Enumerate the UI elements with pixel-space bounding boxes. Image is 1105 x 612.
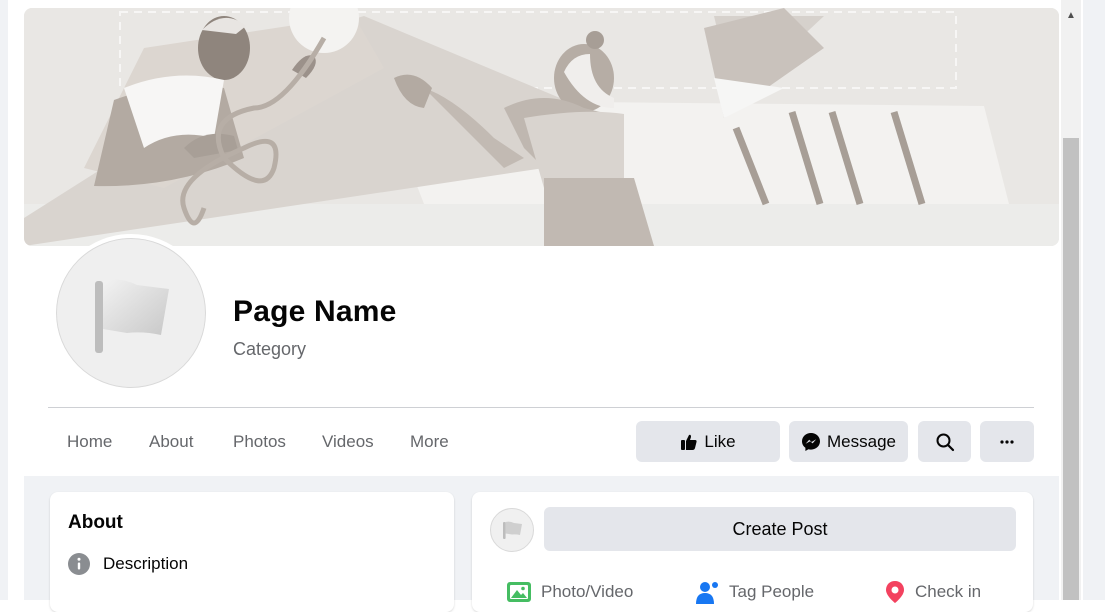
about-card-title: About: [68, 512, 123, 533]
check-in-label: Check in: [915, 582, 982, 601]
tab-videos[interactable]: Videos: [322, 420, 374, 464]
tag-people-label: Tag People: [729, 582, 815, 601]
message-button[interactable]: Message: [789, 421, 908, 462]
tab-photos[interactable]: Photos: [233, 420, 286, 464]
tag-people-button[interactable]: Tag People: [694, 578, 814, 606]
composer-card: Create Post Photo/Video Tag People Check…: [472, 492, 1033, 612]
composer-avatar: [490, 508, 534, 552]
page-edge: [1083, 0, 1105, 600]
page-flag-icon: [95, 279, 169, 353]
scrollbar-thumb[interactable]: [1063, 138, 1079, 600]
vertical-scrollbar[interactable]: ▲: [1061, 0, 1081, 600]
photo-video-label: Photo/Video: [541, 582, 634, 601]
tab-about[interactable]: About: [149, 420, 193, 464]
scroll-up-arrow-icon[interactable]: ▲: [1061, 6, 1081, 26]
photo-icon: [507, 582, 531, 602]
page-frame: Page Name Category Home About Photos Vid…: [0, 0, 1105, 612]
tab-more-label: More: [410, 432, 449, 451]
cover-photo: [24, 8, 1059, 246]
tab-more[interactable]: More: [410, 420, 449, 488]
cover-illustration: [24, 8, 1059, 246]
message-button-label: Message: [827, 431, 896, 451]
tab-home[interactable]: Home: [67, 420, 112, 464]
page-title: Page Name: [233, 295, 397, 328]
tag-people-icon: [696, 582, 718, 604]
more-options-button[interactable]: [980, 421, 1034, 462]
description-label: Description: [103, 554, 189, 573]
page-flag-icon: [503, 521, 522, 539]
info-icon: [68, 553, 90, 575]
like-thumb-icon: [681, 434, 698, 450]
photo-video-button[interactable]: Photo/Video: [506, 578, 633, 606]
page-category[interactable]: Category: [233, 339, 306, 360]
description-row[interactable]: Description: [68, 552, 188, 576]
about-card: About Description: [50, 492, 454, 612]
more-dots-icon: [1000, 439, 1014, 444]
page-avatar-circle: [56, 238, 206, 388]
like-button-label: Like: [704, 431, 736, 451]
check-in-button[interactable]: Check in: [884, 578, 981, 606]
header-divider: [48, 407, 1034, 408]
like-button[interactable]: Like: [636, 421, 780, 462]
page-edge: [0, 0, 8, 600]
location-pin-icon: [886, 581, 904, 603]
search-button[interactable]: [918, 421, 971, 462]
search-icon: [936, 433, 954, 451]
page-avatar[interactable]: [52, 234, 210, 392]
create-post-button[interactable]: Create Post: [544, 507, 1016, 551]
messenger-icon: [802, 432, 820, 451]
